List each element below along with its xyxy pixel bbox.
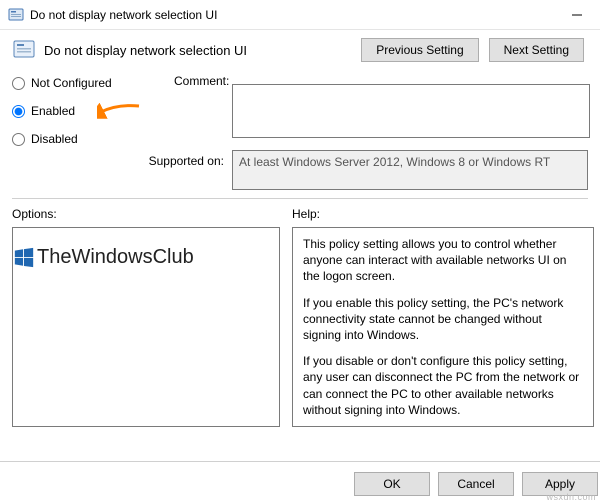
radio-enabled-input[interactable]	[12, 105, 25, 118]
options-panel: TheWindowsClub	[12, 227, 280, 427]
help-text-2: If you enable this policy setting, the P…	[303, 295, 583, 344]
help-text-1: This policy setting allows you to contro…	[303, 236, 583, 285]
annotation-arrow-icon	[97, 102, 141, 122]
windows-flag-icon	[13, 247, 35, 269]
page-title: Do not display network selection UI	[44, 43, 353, 58]
radio-not-configured[interactable]: Not Configured	[12, 76, 162, 90]
window-title: Do not display network selection UI	[30, 8, 554, 22]
watermark-logo: TheWindowsClub	[13, 246, 194, 269]
previous-setting-button[interactable]: Previous Setting	[361, 38, 478, 62]
comment-textarea[interactable]	[232, 84, 590, 138]
titlebar: Do not display network selection UI	[0, 0, 600, 30]
help-panel: This policy setting allows you to contro…	[292, 227, 594, 427]
supported-on-box: At least Windows Server 2012, Windows 8 …	[232, 150, 588, 190]
help-label: Help:	[292, 207, 594, 221]
supported-on-text: At least Windows Server 2012, Windows 8 …	[239, 155, 550, 169]
radio-disabled-input[interactable]	[12, 133, 25, 146]
watermark-text: TheWindowsClub	[37, 246, 194, 269]
cancel-button[interactable]: Cancel	[438, 472, 514, 496]
policy-large-icon	[12, 38, 36, 62]
radio-not-configured-label: Not Configured	[31, 76, 112, 90]
dialog-footer: OK Cancel Apply	[0, 461, 600, 496]
radio-enabled-label: Enabled	[31, 104, 75, 118]
policy-icon	[8, 7, 24, 23]
ok-button[interactable]: OK	[354, 472, 430, 496]
radio-disabled[interactable]: Disabled	[12, 132, 162, 146]
minimize-button[interactable]	[554, 0, 600, 30]
options-label: Options:	[12, 207, 280, 221]
radio-not-configured-input[interactable]	[12, 77, 25, 90]
help-text-3: If you disable or don't configure this p…	[303, 353, 583, 418]
divider	[12, 198, 588, 199]
radio-disabled-label: Disabled	[31, 132, 78, 146]
corner-watermark: wsxdn.com	[546, 492, 596, 502]
next-setting-button[interactable]: Next Setting	[489, 38, 584, 62]
